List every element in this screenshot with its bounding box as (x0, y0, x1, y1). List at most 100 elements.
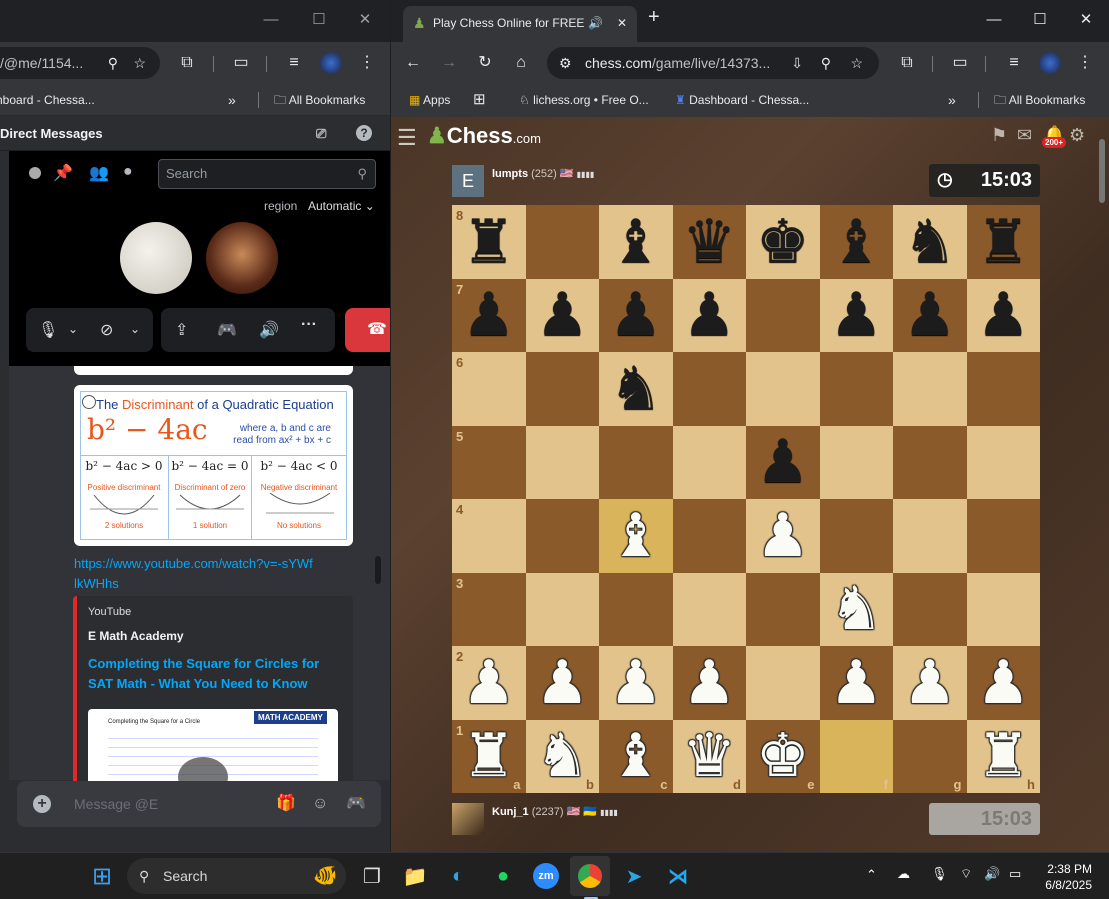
square-a5[interactable]: 5 (452, 425, 526, 499)
site-info-icon[interactable]: ⚙ (559, 47, 572, 79)
square-e7[interactable] (746, 278, 820, 352)
square-f8[interactable]: ♝ (819, 205, 893, 279)
square-d8[interactable]: ♛ (672, 205, 746, 279)
square-f5[interactable] (819, 425, 893, 499)
square-a8[interactable]: 8 ♜ (452, 205, 526, 279)
bookmark-apps[interactable]: ▦ Apps (409, 84, 450, 116)
activity-icon[interactable]: 🎮 (217, 320, 237, 340)
zoom-app-icon[interactable]: zm (526, 856, 566, 896)
black-bishop-icon[interactable]: ♝ (609, 212, 663, 272)
taskbar-clock[interactable]: 2:38 PM 6/8/2025 (1042, 861, 1092, 893)
cast-icon[interactable]: ▭ (227, 47, 255, 79)
square-b8[interactable] (525, 205, 599, 279)
square-c6[interactable]: ♞ (599, 352, 673, 426)
white-rook-icon[interactable]: ♜ (976, 726, 1030, 786)
white-king-icon[interactable]: ♚ (756, 726, 810, 786)
top-player-avatar[interactable]: E (452, 165, 484, 197)
square-f6[interactable] (819, 352, 893, 426)
square-e1[interactable]: e ♚ (746, 719, 820, 793)
close-tab-icon[interactable]: ✕ (616, 6, 627, 40)
white-pawn-icon[interactable]: ♟ (609, 653, 663, 713)
minimize-icon[interactable]: — (248, 0, 294, 40)
wifi-icon[interactable]: ⌔ (960, 866, 972, 882)
close-icon[interactable]: ✕ (342, 0, 388, 40)
square-a7[interactable]: 7 ♟ (452, 278, 526, 352)
square-g7[interactable]: ♟ (893, 278, 967, 352)
chesscom-logo[interactable]: ♟Chess.com (427, 123, 541, 149)
taskbar-search[interactable]: ⚲ Search 🐠 (127, 858, 346, 894)
square-h1[interactable]: h ♜ (966, 719, 1040, 793)
message-input[interactable]: + Message @E 🎁 ☺ 🎮 (17, 781, 381, 827)
square-a6[interactable]: 6 (452, 352, 526, 426)
square-a3[interactable]: 3 (452, 572, 526, 646)
square-b7[interactable]: ♟ (525, 278, 599, 352)
discriminant-image[interactable]: The Discriminant of a Quadratic Equation… (74, 385, 353, 546)
back-icon[interactable]: ← (399, 47, 427, 79)
dm-avatar-small[interactable] (29, 167, 41, 179)
audio-icon[interactable]: 🔊 (584, 6, 603, 40)
square-d2[interactable]: ♟ (672, 646, 746, 720)
square-a4[interactable]: 4 (452, 499, 526, 573)
chrome-icon[interactable] (570, 856, 610, 896)
microphone-icon[interactable]: 🎙 (38, 320, 58, 340)
cast-icon[interactable]: ▭ (946, 47, 974, 79)
square-c3[interactable] (599, 572, 673, 646)
black-pawn-icon[interactable]: ♟ (756, 432, 810, 492)
screen-share-icon[interactable]: ⇪ (175, 320, 188, 340)
volume-icon[interactable]: 🔊 (984, 866, 1000, 882)
bookmark-chessa[interactable]: hboard - Chessa... (0, 84, 95, 116)
media-icon[interactable]: ≡ (1000, 47, 1028, 79)
square-d1[interactable]: d ♛ (672, 719, 746, 793)
activity-icon[interactable]: 🎮 (346, 781, 366, 827)
black-king-icon[interactable]: ♚ (756, 212, 810, 272)
square-f1[interactable]: f (819, 719, 893, 793)
square-f3[interactable]: ♞ (819, 572, 893, 646)
camera-off-icon[interactable]: ⊘ (100, 320, 113, 340)
square-h4[interactable] (966, 499, 1040, 573)
black-pawn-icon[interactable]: ♟ (976, 285, 1030, 345)
square-h2[interactable]: ♟ (966, 646, 1040, 720)
telegram-icon[interactable]: ➤ (614, 856, 654, 896)
black-rook-icon[interactable]: ♜ (462, 212, 516, 272)
square-c1[interactable]: c ♝ (599, 719, 673, 793)
square-b4[interactable] (525, 499, 599, 573)
square-e3[interactable] (746, 572, 820, 646)
square-g8[interactable]: ♞ (893, 205, 967, 279)
square-b2[interactable]: ♟ (525, 646, 599, 720)
bookmark-dashboard[interactable]: ♜ Dashboard - Chessa... (675, 84, 809, 116)
white-knight-icon[interactable]: ♞ (535, 726, 589, 786)
maximize-icon[interactable]: ☐ (296, 0, 342, 40)
white-knight-icon[interactable]: ♞ (829, 579, 883, 639)
square-f2[interactable]: ♟ (819, 646, 893, 720)
top-player-name[interactable]: lumpts (492, 168, 528, 180)
square-b5[interactable] (525, 425, 599, 499)
address-bar[interactable]: ⚙ chess.com/game/live/14373... ⇩ ⚲ ☆ (547, 47, 879, 79)
youtube-link[interactable]: https://www.youtube.com/watch?v=-sYWflkW… (74, 554, 314, 594)
square-e2[interactable] (746, 646, 820, 720)
black-bishop-icon[interactable]: ♝ (829, 212, 883, 272)
square-g6[interactable] (893, 352, 967, 426)
pin-icon[interactable]: 📌 (53, 163, 73, 183)
mail-icon[interactable]: ✉ (1017, 125, 1032, 146)
help-icon[interactable]: ? (356, 125, 372, 141)
square-e5[interactable]: ♟ (746, 425, 820, 499)
white-pawn-icon[interactable]: ♟ (829, 653, 883, 713)
add-friend-icon[interactable]: 👥 (89, 163, 109, 183)
add-attachment-icon[interactable]: + (33, 795, 51, 813)
square-a2[interactable]: 2 ♟ (452, 646, 526, 720)
white-queen-icon[interactable]: ♛ (682, 726, 736, 786)
embed-author[interactable]: E Math Academy (88, 629, 184, 643)
black-pawn-icon[interactable]: ♟ (903, 285, 957, 345)
square-b3[interactable] (525, 572, 599, 646)
address-bar[interactable]: /@me/1154... ⚲ ☆ (0, 47, 160, 79)
chevron-down-icon[interactable]: ⌄ (130, 322, 140, 336)
square-d3[interactable] (672, 572, 746, 646)
more-bookmarks-icon[interactable]: » (228, 84, 236, 116)
disconnect-button[interactable]: ☎ (345, 308, 390, 352)
white-rook-icon[interactable]: ♜ (462, 726, 516, 786)
square-c5[interactable] (599, 425, 673, 499)
black-knight-icon[interactable]: ♞ (609, 359, 663, 419)
participant-avatar-pepe[interactable] (120, 222, 192, 294)
square-h5[interactable] (966, 425, 1040, 499)
white-pawn-icon[interactable]: ♟ (462, 653, 516, 713)
